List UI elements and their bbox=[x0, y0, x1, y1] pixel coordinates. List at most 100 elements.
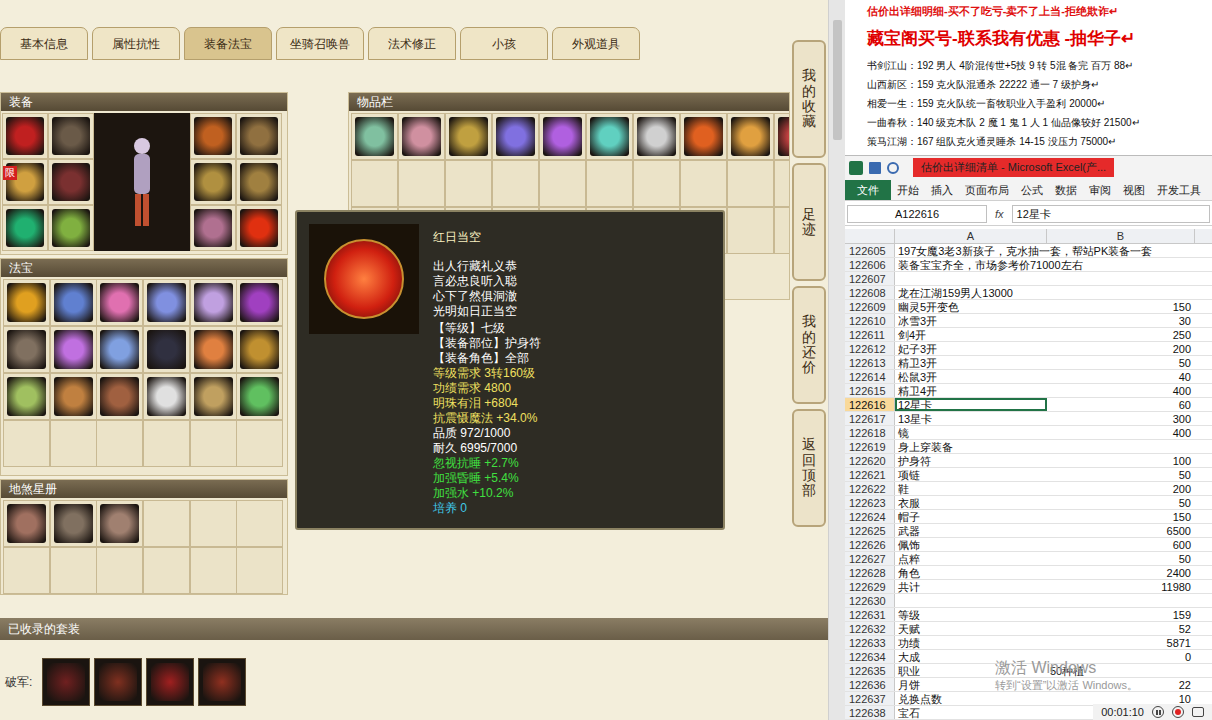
item-slot[interactable] bbox=[680, 160, 727, 207]
row-header[interactable]: 122626 bbox=[845, 538, 895, 551]
cell-b[interactable]: 40 bbox=[1047, 370, 1195, 383]
column-header[interactable]: A bbox=[895, 229, 1047, 243]
item-slot[interactable] bbox=[236, 159, 282, 205]
item-slot[interactable] bbox=[96, 547, 143, 594]
item-slot[interactable] bbox=[190, 500, 237, 547]
row-header[interactable]: 122615 bbox=[845, 384, 895, 397]
row-header[interactable]: 122635 bbox=[845, 664, 895, 677]
cell-b[interactable]: 150 bbox=[1047, 300, 1195, 313]
row-header[interactable]: 122623 bbox=[845, 496, 895, 509]
cell-b[interactable]: 200 bbox=[1047, 342, 1195, 355]
row-header[interactable]: 122629 bbox=[845, 580, 895, 593]
pause-icon[interactable] bbox=[1152, 706, 1164, 718]
item-slot[interactable] bbox=[3, 279, 50, 326]
row-header[interactable]: 122619 bbox=[845, 440, 895, 453]
ribbon-tab[interactable]: 公式 bbox=[1015, 180, 1049, 201]
cell-a[interactable]: 镜 bbox=[895, 426, 1047, 439]
item-slot[interactable] bbox=[190, 547, 237, 594]
item-slot[interactable] bbox=[774, 160, 790, 207]
sidebar-button[interactable]: 返回顶部 bbox=[792, 409, 826, 527]
item-slot[interactable] bbox=[398, 113, 445, 160]
cell-b[interactable]: 50 bbox=[1047, 496, 1195, 509]
cell-a[interactable]: 装备宝宝齐全，市场参考价71000左右 bbox=[895, 258, 1047, 271]
cell-a[interactable]: 职业 bbox=[895, 664, 1047, 677]
cell-a[interactable]: 月饼 bbox=[895, 678, 1047, 691]
item-slot[interactable] bbox=[774, 113, 790, 160]
cell-a[interactable] bbox=[895, 272, 1047, 285]
item-slot[interactable] bbox=[190, 205, 236, 251]
record-icon[interactable] bbox=[1172, 706, 1184, 718]
item-slot[interactable] bbox=[727, 113, 774, 160]
item-slot[interactable] bbox=[96, 373, 143, 420]
cell-b[interactable] bbox=[1047, 440, 1195, 453]
row-header[interactable]: 122608 bbox=[845, 286, 895, 299]
item-slot[interactable] bbox=[2, 205, 48, 251]
cell-b[interactable]: 300 bbox=[1047, 412, 1195, 425]
cell-a[interactable]: 12星卡 bbox=[895, 398, 1047, 411]
item-slot[interactable] bbox=[50, 500, 97, 547]
row-header[interactable]: 122621 bbox=[845, 468, 895, 481]
item-slot[interactable] bbox=[236, 547, 283, 594]
row-header[interactable]: 122624 bbox=[845, 510, 895, 523]
item-slot[interactable] bbox=[236, 420, 283, 467]
row-header[interactable]: 122627 bbox=[845, 552, 895, 565]
item-slot[interactable]: 限 bbox=[2, 159, 48, 205]
cell-a[interactable]: 龙在江湖159男人13000 bbox=[895, 286, 1047, 299]
tab[interactable]: 法术修正 bbox=[368, 27, 456, 60]
name-box[interactable]: A122616 bbox=[847, 205, 987, 223]
cell-a[interactable]: 妃子3开 bbox=[895, 342, 1047, 355]
row-header[interactable]: 122628 bbox=[845, 566, 895, 579]
cell-b[interactable]: 159 bbox=[1047, 608, 1195, 621]
cell-a[interactable]: 精卫3开 bbox=[895, 356, 1047, 369]
item-slot[interactable] bbox=[236, 205, 282, 251]
cell-b[interactable]: 400 bbox=[1047, 426, 1195, 439]
item-slot[interactable] bbox=[3, 500, 50, 547]
cell-a[interactable]: 兑换点数 bbox=[895, 692, 1047, 705]
cell-b[interactable] bbox=[1047, 258, 1195, 271]
cell-b[interactable] bbox=[1047, 594, 1195, 607]
cell-a[interactable]: 鞋 bbox=[895, 482, 1047, 495]
item-slot[interactable] bbox=[143, 373, 190, 420]
item-slot[interactable] bbox=[48, 113, 94, 159]
cell-a[interactable]: 精卫4开 bbox=[895, 384, 1047, 397]
item-slot[interactable] bbox=[774, 207, 790, 254]
suit-item[interactable] bbox=[198, 658, 246, 706]
cell-b[interactable]: 30 bbox=[1047, 314, 1195, 327]
item-slot[interactable] bbox=[539, 113, 586, 160]
ribbon-tab[interactable]: 视图 bbox=[1117, 180, 1151, 201]
cell-b[interactable]: 11980 bbox=[1047, 580, 1195, 593]
sidebar-button[interactable]: 足迹 bbox=[792, 163, 826, 281]
item-slot[interactable] bbox=[586, 160, 633, 207]
item-slot[interactable] bbox=[96, 420, 143, 467]
camera-icon[interactable] bbox=[1192, 707, 1204, 717]
cell-a[interactable]: 功绩 bbox=[895, 636, 1047, 649]
cell-a[interactable]: 冰雪3开 bbox=[895, 314, 1047, 327]
cell-a[interactable]: 帽子 bbox=[895, 510, 1047, 523]
tab[interactable]: 装备法宝 bbox=[184, 27, 272, 60]
tab[interactable]: 小孩 bbox=[460, 27, 548, 60]
item-slot[interactable] bbox=[50, 547, 97, 594]
cell-b[interactable] bbox=[1047, 244, 1195, 257]
row-header[interactable]: 122636 bbox=[845, 678, 895, 691]
item-slot[interactable] bbox=[48, 159, 94, 205]
suit-item[interactable] bbox=[42, 658, 90, 706]
item-slot[interactable] bbox=[190, 373, 237, 420]
cell-a[interactable]: 角色 bbox=[895, 566, 1047, 579]
row-header[interactable]: 122609 bbox=[845, 300, 895, 313]
row-header[interactable]: 122611 bbox=[845, 328, 895, 341]
row-header[interactable]: 122620 bbox=[845, 454, 895, 467]
row-header[interactable]: 122638 bbox=[845, 706, 895, 719]
cell-b[interactable]: 400 bbox=[1047, 384, 1195, 397]
item-slot[interactable] bbox=[50, 373, 97, 420]
item-slot[interactable] bbox=[50, 326, 97, 373]
row-header[interactable]: 122605 bbox=[845, 244, 895, 257]
cell-b[interactable] bbox=[1047, 272, 1195, 285]
row-header[interactable]: 122613 bbox=[845, 356, 895, 369]
row-header[interactable]: 122625 bbox=[845, 524, 895, 537]
item-slot[interactable] bbox=[236, 500, 283, 547]
cell-a[interactable] bbox=[895, 594, 1047, 607]
cell-b[interactable]: 2400 bbox=[1047, 566, 1195, 579]
cell-a[interactable]: 幽灵5开变色 bbox=[895, 300, 1047, 313]
row-header[interactable]: 122631 bbox=[845, 608, 895, 621]
ribbon-tab[interactable]: 文件 bbox=[845, 180, 891, 201]
